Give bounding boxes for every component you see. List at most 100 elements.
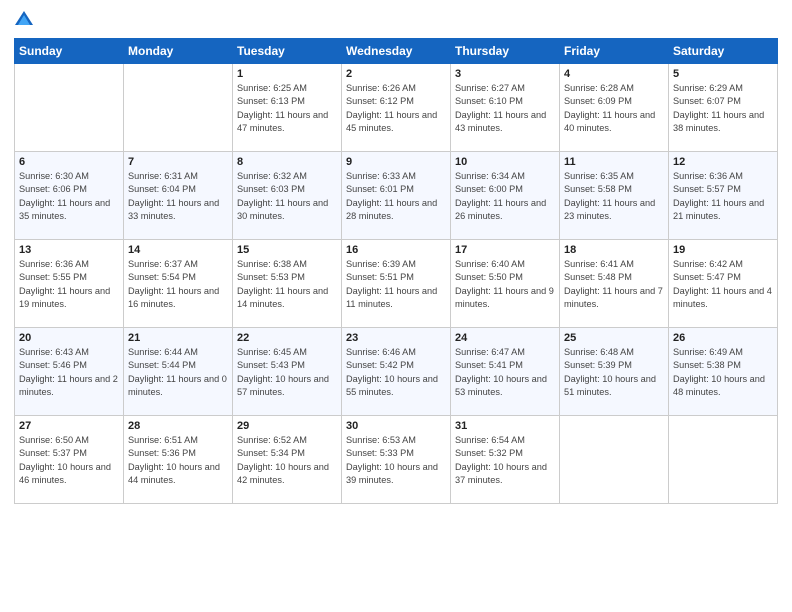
calendar-cell: 4 Sunrise: 6:28 AM Sunset: 6:09 PM Daylig… xyxy=(560,64,669,152)
weekday-header: Tuesday xyxy=(233,39,342,64)
day-number: 26 xyxy=(673,332,773,344)
day-info: Sunrise: 6:42 AM Sunset: 5:47 PM Dayligh… xyxy=(673,258,773,311)
day-number: 29 xyxy=(237,420,337,432)
calendar-cell: 27 Sunrise: 6:50 AM Sunset: 5:37 PM Dayli… xyxy=(15,416,124,504)
day-info: Sunrise: 6:30 AM Sunset: 6:06 PM Dayligh… xyxy=(19,170,119,223)
day-number: 3 xyxy=(455,68,555,80)
calendar-cell: 1 Sunrise: 6:25 AM Sunset: 6:13 PM Daylig… xyxy=(233,64,342,152)
calendar-week-row: 13Sunrise: 6:36 AM Sunset: 5:55 PM Dayli… xyxy=(15,240,778,328)
day-number: 20 xyxy=(19,332,119,344)
day-number: 19 xyxy=(673,244,773,256)
calendar-cell: 23 Sunrise: 6:46 AM Sunset: 5:42 PM Dayli… xyxy=(342,328,451,416)
day-number: 21 xyxy=(128,332,228,344)
day-info: Sunrise: 6:38 AM Sunset: 5:53 PM Dayligh… xyxy=(237,258,337,311)
page: SundayMondayTuesdayWednesdayThursdayFrid… xyxy=(0,0,792,612)
calendar-cell: 29 Sunrise: 6:52 AM Sunset: 5:34 PM Dayli… xyxy=(233,416,342,504)
weekday-header: Monday xyxy=(124,39,233,64)
day-info: Sunrise: 6:51 AM Sunset: 5:36 PM Dayligh… xyxy=(128,434,228,487)
weekday-header: Wednesday xyxy=(342,39,451,64)
day-number: 1 xyxy=(237,68,337,80)
calendar-cell: 8Sunrise: 6:32 AM Sunset: 6:03 PM Daylig… xyxy=(233,152,342,240)
calendar-cell: 7 Sunrise: 6:31 AM Sunset: 6:04 PM Daylig… xyxy=(124,152,233,240)
calendar-cell: 21Sunrise: 6:44 AM Sunset: 5:44 PM Dayli… xyxy=(124,328,233,416)
day-info: Sunrise: 6:34 AM Sunset: 6:00 PM Dayligh… xyxy=(455,170,555,223)
day-number: 12 xyxy=(673,156,773,168)
day-number: 15 xyxy=(237,244,337,256)
day-info: Sunrise: 6:26 AM Sunset: 6:12 PM Dayligh… xyxy=(346,82,446,135)
day-info: Sunrise: 6:40 AM Sunset: 5:50 PM Dayligh… xyxy=(455,258,555,311)
weekday-header: Saturday xyxy=(669,39,778,64)
day-number: 11 xyxy=(564,156,664,168)
calendar-week-row: 27 Sunrise: 6:50 AM Sunset: 5:37 PM Dayli… xyxy=(15,416,778,504)
calendar-cell: 15 Sunrise: 6:38 AM Sunset: 5:53 PM Dayli… xyxy=(233,240,342,328)
day-number: 30 xyxy=(346,420,446,432)
calendar-cell xyxy=(560,416,669,504)
calendar-cell: 9 Sunrise: 6:33 AM Sunset: 6:01 PM Daylig… xyxy=(342,152,451,240)
calendar-cell: 5 Sunrise: 6:29 AM Sunset: 6:07 PM Daylig… xyxy=(669,64,778,152)
day-number: 7 xyxy=(128,156,228,168)
calendar-cell xyxy=(15,64,124,152)
day-number: 5 xyxy=(673,68,773,80)
day-info: Sunrise: 6:37 AM Sunset: 5:54 PM Dayligh… xyxy=(128,258,228,311)
day-info: Sunrise: 6:45 AM Sunset: 5:43 PM Dayligh… xyxy=(237,346,337,399)
day-info: Sunrise: 6:48 AM Sunset: 5:39 PM Dayligh… xyxy=(564,346,664,399)
day-info: Sunrise: 6:39 AM Sunset: 5:51 PM Dayligh… xyxy=(346,258,446,311)
day-number: 2 xyxy=(346,68,446,80)
day-number: 23 xyxy=(346,332,446,344)
day-info: Sunrise: 6:36 AM Sunset: 5:57 PM Dayligh… xyxy=(673,170,773,223)
day-info: Sunrise: 6:46 AM Sunset: 5:42 PM Dayligh… xyxy=(346,346,446,399)
calendar-cell: 12 Sunrise: 6:36 AM Sunset: 5:57 PM Dayli… xyxy=(669,152,778,240)
calendar-cell: 17 Sunrise: 6:40 AM Sunset: 5:50 PM Dayli… xyxy=(451,240,560,328)
calendar-cell xyxy=(669,416,778,504)
day-info: Sunrise: 6:28 AM Sunset: 6:09 PM Dayligh… xyxy=(564,82,664,135)
day-number: 4 xyxy=(564,68,664,80)
calendar-cell: 22 Sunrise: 6:45 AM Sunset: 5:43 PM Dayli… xyxy=(233,328,342,416)
day-number: 28 xyxy=(128,420,228,432)
day-number: 8 xyxy=(237,156,337,168)
calendar-cell: 11Sunrise: 6:35 AM Sunset: 5:58 PM Dayli… xyxy=(560,152,669,240)
day-info: Sunrise: 6:47 AM Sunset: 5:41 PM Dayligh… xyxy=(455,346,555,399)
day-info: Sunrise: 6:29 AM Sunset: 6:07 PM Dayligh… xyxy=(673,82,773,135)
calendar-cell: 3 Sunrise: 6:27 AM Sunset: 6:10 PM Daylig… xyxy=(451,64,560,152)
day-info: Sunrise: 6:41 AM Sunset: 5:48 PM Dayligh… xyxy=(564,258,664,311)
calendar-cell: 10 Sunrise: 6:34 AM Sunset: 6:00 PM Dayli… xyxy=(451,152,560,240)
header xyxy=(14,10,778,30)
calendar-week-row: 1 Sunrise: 6:25 AM Sunset: 6:13 PM Daylig… xyxy=(15,64,778,152)
weekday-header: Thursday xyxy=(451,39,560,64)
day-number: 10 xyxy=(455,156,555,168)
day-info: Sunrise: 6:25 AM Sunset: 6:13 PM Dayligh… xyxy=(237,82,337,135)
weekday-header: Friday xyxy=(560,39,669,64)
day-number: 9 xyxy=(346,156,446,168)
calendar-cell: 25 Sunrise: 6:48 AM Sunset: 5:39 PM Dayli… xyxy=(560,328,669,416)
weekday-header-row: SundayMondayTuesdayWednesdayThursdayFrid… xyxy=(15,39,778,64)
day-number: 25 xyxy=(564,332,664,344)
calendar-cell: 20 Sunrise: 6:43 AM Sunset: 5:46 PM Dayli… xyxy=(15,328,124,416)
day-number: 13 xyxy=(19,244,119,256)
day-info: Sunrise: 6:33 AM Sunset: 6:01 PM Dayligh… xyxy=(346,170,446,223)
calendar-table: SundayMondayTuesdayWednesdayThursdayFrid… xyxy=(14,38,778,504)
day-info: Sunrise: 6:50 AM Sunset: 5:37 PM Dayligh… xyxy=(19,434,119,487)
day-number: 17 xyxy=(455,244,555,256)
calendar-cell: 16Sunrise: 6:39 AM Sunset: 5:51 PM Dayli… xyxy=(342,240,451,328)
day-info: Sunrise: 6:27 AM Sunset: 6:10 PM Dayligh… xyxy=(455,82,555,135)
day-number: 22 xyxy=(237,332,337,344)
calendar-cell: 14Sunrise: 6:37 AM Sunset: 5:54 PM Dayli… xyxy=(124,240,233,328)
calendar-cell: 30 Sunrise: 6:53 AM Sunset: 5:33 PM Dayli… xyxy=(342,416,451,504)
logo xyxy=(14,10,38,30)
calendar-cell: 19 Sunrise: 6:42 AM Sunset: 5:47 PM Dayli… xyxy=(669,240,778,328)
day-number: 31 xyxy=(455,420,555,432)
day-number: 27 xyxy=(19,420,119,432)
calendar-cell: 28 Sunrise: 6:51 AM Sunset: 5:36 PM Dayli… xyxy=(124,416,233,504)
day-info: Sunrise: 6:43 AM Sunset: 5:46 PM Dayligh… xyxy=(19,346,119,399)
calendar-cell: 24 Sunrise: 6:47 AM Sunset: 5:41 PM Dayli… xyxy=(451,328,560,416)
day-info: Sunrise: 6:52 AM Sunset: 5:34 PM Dayligh… xyxy=(237,434,337,487)
calendar-week-row: 20 Sunrise: 6:43 AM Sunset: 5:46 PM Dayli… xyxy=(15,328,778,416)
calendar-cell: 2 Sunrise: 6:26 AM Sunset: 6:12 PM Daylig… xyxy=(342,64,451,152)
day-number: 24 xyxy=(455,332,555,344)
calendar-cell: 18Sunrise: 6:41 AM Sunset: 5:48 PM Dayli… xyxy=(560,240,669,328)
day-info: Sunrise: 6:53 AM Sunset: 5:33 PM Dayligh… xyxy=(346,434,446,487)
calendar-cell: 31Sunrise: 6:54 AM Sunset: 5:32 PM Dayli… xyxy=(451,416,560,504)
day-number: 6 xyxy=(19,156,119,168)
day-info: Sunrise: 6:31 AM Sunset: 6:04 PM Dayligh… xyxy=(128,170,228,223)
day-info: Sunrise: 6:49 AM Sunset: 5:38 PM Dayligh… xyxy=(673,346,773,399)
